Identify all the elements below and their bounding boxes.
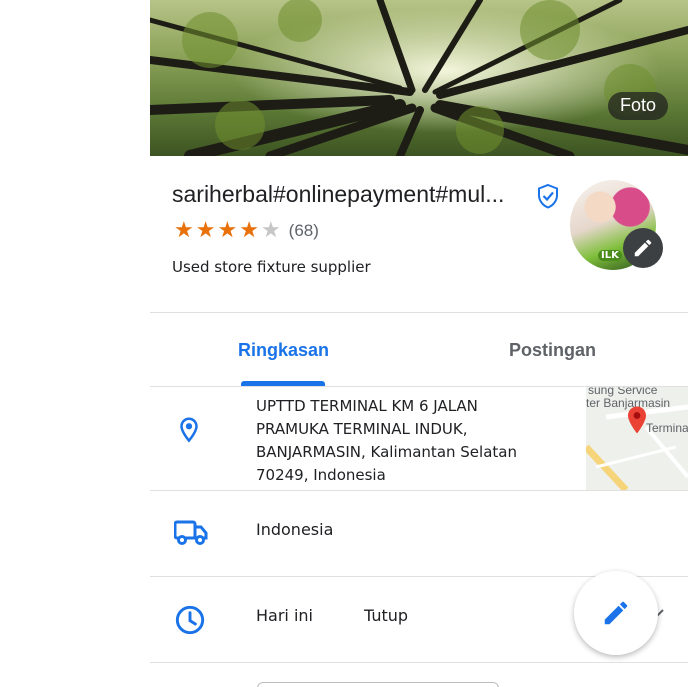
business-profile-panel: Foto sariherbal#onlinepayment#mul... ★ ★… <box>150 0 688 687</box>
location-pin-icon <box>174 414 204 450</box>
cover-photo[interactable]: Foto <box>150 0 688 156</box>
clock-icon <box>174 604 206 640</box>
star-filled-icon: ★ <box>195 218 216 243</box>
hours-status[interactable]: Tutup <box>364 606 408 625</box>
address-line: UPTTD TERMINAL KM 6 JALAN <box>256 397 478 415</box>
star-filled-icon: ★ <box>239 218 259 243</box>
edit-profile-fab[interactable] <box>574 571 658 655</box>
pencil-icon <box>634 239 652 257</box>
forest-canopy-image <box>150 0 688 156</box>
star-filled-icon: ★ <box>174 218 194 243</box>
map-pin-icon <box>628 406 646 438</box>
business-category: Used store fixture supplier <box>172 258 371 276</box>
row-divider <box>150 490 688 491</box>
verified-shield-icon <box>537 183 559 213</box>
review-count[interactable]: (68) <box>289 221 319 241</box>
service-area-text[interactable]: Indonesia <box>256 520 333 539</box>
edit-photo-button[interactable] <box>623 228 663 268</box>
section-divider <box>150 312 688 313</box>
tab-ringkasan[interactable]: Ringkasan <box>238 340 329 361</box>
photo-button[interactable]: Foto <box>607 92 668 120</box>
pencil-icon <box>604 601 628 625</box>
star-filled-icon: ★ <box>217 218 238 243</box>
map-label: Termina <box>646 421 688 435</box>
row-divider <box>150 662 688 663</box>
mini-map[interactable]: sung Service ter Banjarmasin Termina <box>586 387 688 490</box>
tab-postingan[interactable]: Postingan <box>509 340 596 361</box>
address-text[interactable]: UPTTD TERMINAL KM 6 JALAN PRAMUKA TERMIN… <box>256 395 586 487</box>
avatar-badge-text: ILK <box>598 250 622 261</box>
delivery-truck-icon <box>173 518 208 550</box>
partial-input-field[interactable] <box>257 682 499 687</box>
address-line: BANJARMASIN, Kalimantan Selatan <box>256 443 517 461</box>
address-line: PRAMUKA TERMINAL INDUK, <box>256 420 468 438</box>
star-empty-icon: ★ <box>260 218 281 243</box>
business-name: sariherbal#onlinepayment#mul... <box>172 181 505 207</box>
rating-row[interactable]: ★ ★ ★ ★ ★ (68) <box>174 220 319 242</box>
address-line: 70249, Indonesia <box>256 466 386 484</box>
hours-day-label[interactable]: Hari ini <box>256 606 313 625</box>
